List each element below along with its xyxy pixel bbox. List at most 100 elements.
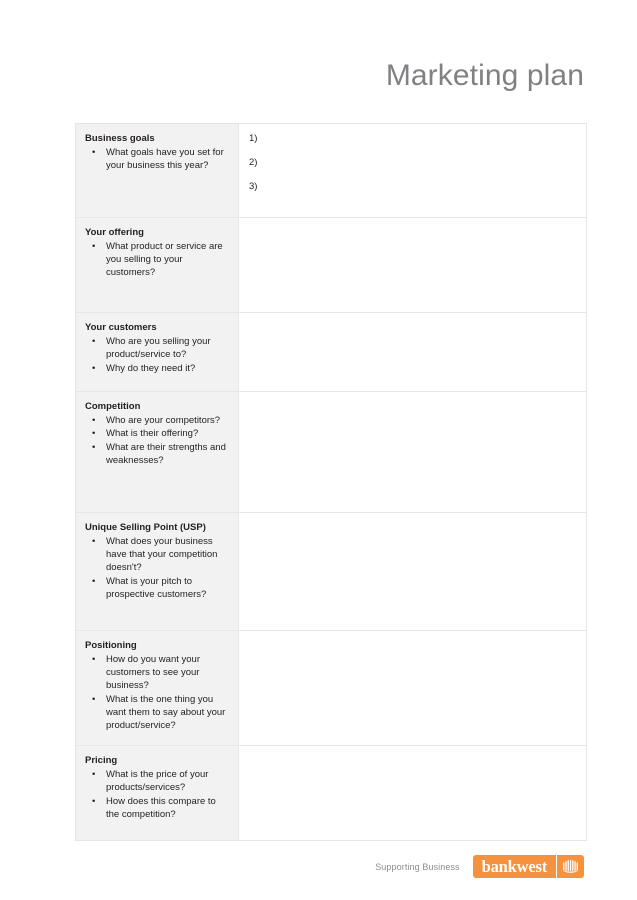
list-item: • What does your business have that your … (85, 535, 229, 575)
prompt-cell-business-goals: Business goals • What goals have you set … (75, 123, 239, 218)
bullet-icon: • (92, 362, 96, 374)
prompt-cell-positioning: Positioning • How do you want your custom… (75, 629, 239, 746)
list-item: • What goals have you set for your busine… (85, 146, 229, 172)
bullet-icon: • (92, 414, 96, 426)
table-row: Your customers • Who are you selling your… (75, 311, 587, 392)
answer-slot-1[interactable]: 1) (249, 132, 577, 145)
question-list: • Who are you selling your product/servic… (85, 335, 229, 375)
table-row: Positioning • How do you want your custom… (75, 629, 587, 746)
answer-content (239, 513, 586, 533)
bullet-icon: • (92, 535, 96, 547)
list-item: • Why do they need it? (85, 362, 229, 375)
question-text: How do you want your customers to see yo… (106, 653, 200, 692)
question-text: Who are you selling your product/service… (106, 335, 211, 360)
question-text: Why do they need it? (106, 362, 196, 374)
row-heading: Your offering (85, 226, 144, 238)
prompt-cell-competition: Competition • Who are your competitors? •… (75, 390, 239, 513)
list-item: • What is the price of your products/serv… (85, 768, 229, 794)
question-text: What goals have you set for your busines… (106, 147, 224, 172)
prompt-content: Your customers • Who are you selling your… (76, 313, 238, 391)
bankwest-swan-icon (557, 855, 584, 878)
answer-cell-positioning[interactable] (238, 629, 587, 746)
bullet-icon: • (92, 240, 96, 252)
bullet-icon: • (92, 428, 96, 440)
supporting-business-text: Supporting Business (375, 861, 460, 872)
bullet-icon: • (92, 693, 96, 705)
bullet-icon: • (92, 768, 96, 780)
answer-content (239, 392, 586, 412)
page-title-container: Marketing plan (0, 58, 584, 94)
table-row: Unique Selling Point (USP) • What does yo… (75, 511, 587, 631)
question-list: • How do you want your customers to see y… (85, 653, 229, 733)
question-text: What is the price of your products/servi… (106, 768, 209, 794)
row-heading: Unique Selling Point (USP) (85, 521, 206, 533)
answer-cell-usp[interactable] (238, 511, 587, 631)
prompt-cell-pricing: Pricing • What is the price of your produ… (75, 744, 239, 841)
answer-content (239, 313, 586, 333)
list-item: • What are their strengths and weaknesses… (85, 441, 229, 467)
answer-number-list: 1) 2) 3) (249, 132, 577, 194)
question-text: What product or service are you selling … (106, 240, 223, 279)
table-row: Your offering • What product or service a… (75, 216, 587, 313)
prompt-cell-your-customers: Your customers • Who are you selling your… (75, 311, 239, 392)
question-text: Who are your competitors? (106, 414, 221, 426)
answer-slot-3[interactable]: 3) (249, 180, 577, 193)
row-heading: Business goals (85, 133, 155, 144)
bankwest-wordmark: bankwest (472, 855, 556, 878)
row-heading: Competition (85, 400, 141, 412)
prompt-content: Unique Selling Point (USP) • What does yo… (76, 513, 238, 630)
answer-slot-2[interactable]: 2) (249, 156, 577, 169)
bullet-icon: • (92, 653, 96, 665)
list-item: • What is their offering? (85, 427, 229, 440)
answer-content (239, 218, 586, 238)
row-heading: Pricing (85, 754, 118, 766)
prompt-content: Business goals • What goals have you set … (76, 124, 238, 216)
prompt-content: Positioning • How do you want your custom… (76, 631, 238, 745)
list-item: • How does this compare to the competitio… (85, 795, 229, 821)
prompt-cell-your-offering: Your offering • What product or service a… (75, 216, 239, 313)
answer-content (239, 631, 586, 651)
question-list: • What goals have you set for your busine… (85, 146, 229, 172)
prompt-cell-usp: Unique Selling Point (USP) • What does yo… (75, 511, 239, 631)
answer-content (239, 746, 586, 766)
answer-cell-your-customers[interactable] (238, 311, 587, 392)
prompt-content: Your offering • What product or service a… (76, 218, 238, 312)
question-list: • Who are your competitors? • What is thei… (85, 414, 229, 468)
page-title: Marketing plan (385, 59, 584, 92)
row-heading: Your customers (85, 321, 157, 333)
table-row: Business goals • What goals have you set … (75, 123, 587, 218)
list-item: • What is the one thing you want them to … (85, 693, 229, 733)
answer-cell-competition[interactable] (238, 390, 587, 513)
prompt-content: Pricing • What is the price of your produ… (76, 746, 238, 840)
page-footer: Supporting Business bankwest (0, 855, 584, 878)
bullet-icon: • (92, 335, 96, 347)
question-list: • What does your business have that your … (85, 535, 229, 602)
bullet-icon: • (92, 795, 96, 807)
bullet-icon: • (92, 147, 96, 158)
question-list: • What is the price of your products/serv… (85, 768, 229, 821)
question-text: What is their offering? (106, 428, 199, 440)
bullet-icon: • (92, 442, 96, 454)
question-list: • What product or service are you selling… (85, 240, 229, 280)
prompt-content: Competition • Who are your competitors? •… (76, 392, 238, 512)
row-heading: Positioning (85, 639, 137, 651)
question-text: What is your pitch to prospective custom… (106, 575, 207, 600)
table-row: Competition • Who are your competitors? •… (75, 390, 587, 513)
question-text: What does your business have that your c… (106, 535, 218, 574)
list-item: • What is your pitch to prospective custo… (85, 575, 229, 601)
bullet-icon: • (92, 575, 96, 587)
question-text: What is the one thing you want them to s… (106, 693, 226, 732)
answer-cell-business-goals[interactable]: 1) 2) 3) (238, 123, 587, 218)
list-item: • How do you want your customers to see y… (85, 653, 229, 693)
list-item: • What product or service are you selling… (85, 240, 229, 280)
table-row: Pricing • What is the price of your produ… (75, 744, 587, 841)
table-body: Business goals • What goals have you set … (75, 123, 587, 841)
answer-cell-your-offering[interactable] (238, 216, 587, 313)
list-item: • Who are your competitors? (85, 414, 229, 427)
answer-cell-pricing[interactable] (238, 744, 587, 841)
question-text: What are their strengths and weaknesses? (106, 442, 226, 467)
answer-content: 1) 2) 3) (239, 124, 586, 217)
bankwest-logo: bankwest (472, 855, 584, 878)
question-text: How does this compare to the competition… (106, 795, 216, 820)
document-page: Marketing plan Business goals • What goal… (0, 0, 637, 900)
